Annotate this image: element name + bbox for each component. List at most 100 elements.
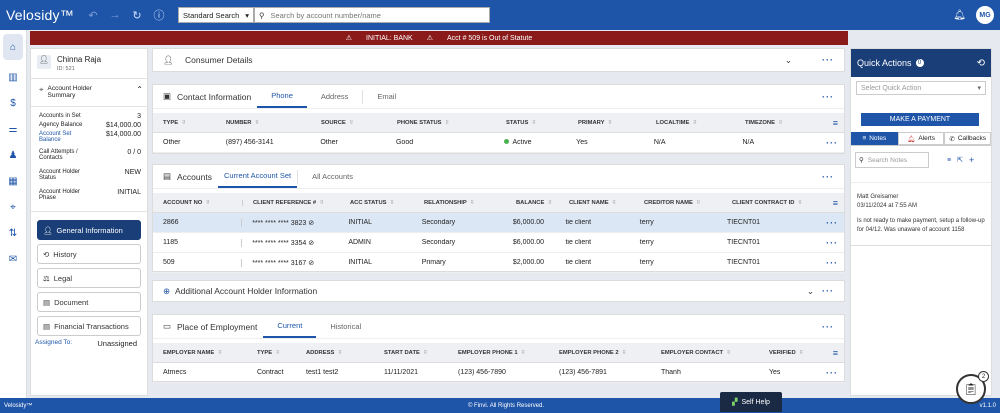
cell-account-no[interactable]: 509 bbox=[153, 259, 241, 266]
chevron-down-icon[interactable]: ⌄ bbox=[785, 55, 792, 66]
make-payment-button[interactable]: MAKE A PAYMENT bbox=[861, 113, 979, 126]
row-more-icon[interactable]: ··· bbox=[816, 218, 844, 228]
row-more-icon[interactable]: ··· bbox=[816, 258, 844, 268]
more-icon[interactable]: ··· bbox=[822, 92, 834, 102]
table-row[interactable]: 509 **** **** **** 3167 ⊘ INITIAL Primar… bbox=[153, 253, 844, 273]
chart-icon[interactable]: ▥ bbox=[0, 64, 26, 90]
notes-search-field[interactable]: ⚲ Search Notes bbox=[855, 152, 929, 168]
filter-icon[interactable]: ≡ bbox=[823, 348, 844, 358]
tab-phone[interactable]: Phone bbox=[257, 86, 307, 108]
building-icon[interactable]: ▦ bbox=[0, 168, 26, 194]
history-button[interactable]: ⟲ History bbox=[37, 244, 141, 264]
filter-icon[interactable]: ≡ bbox=[823, 118, 844, 128]
assigned-value[interactable]: Unassigned bbox=[97, 339, 137, 348]
summary-label[interactable]: Account Set Balance bbox=[39, 131, 83, 143]
table-row[interactable]: 1185 **** **** **** 3354 ⊘ ADMIN Seconda… bbox=[153, 233, 844, 253]
bell-icon[interactable]: 🔔︎ bbox=[953, 10, 966, 21]
column-header[interactable]: TYPE ⇳ bbox=[153, 120, 216, 126]
column-header[interactable]: EMPLOYER PHONE 2 ⇳ bbox=[549, 350, 651, 356]
transfer-icon[interactable]: ⇅ bbox=[0, 220, 26, 246]
row-more-icon[interactable]: ··· bbox=[816, 238, 844, 248]
filter-icon[interactable]: ≡ bbox=[947, 157, 951, 164]
chevron-down-icon[interactable]: ⌄ bbox=[807, 286, 814, 297]
column-header[interactable]: EMPLOYER PHONE 1 ⇳ bbox=[448, 350, 549, 356]
search-field[interactable]: ⚲ bbox=[254, 7, 490, 23]
sliders-icon[interactable]: ⚌ bbox=[0, 116, 26, 142]
more-icon[interactable]: ··· bbox=[822, 322, 834, 332]
history-icon[interactable]: ⟲ bbox=[977, 58, 985, 69]
column-header[interactable]: NUMBER ⇳ bbox=[216, 120, 311, 126]
column-header[interactable]: CREDITOR NAME ⇳ bbox=[634, 200, 722, 206]
column-header[interactable]: VERIFIED ⇳ bbox=[759, 350, 814, 356]
mail-icon[interactable]: ✉ bbox=[0, 246, 26, 272]
eye-slash-icon[interactable]: ⊘ bbox=[308, 220, 314, 227]
forward-icon[interactable]: → bbox=[104, 9, 126, 21]
column-header[interactable]: STATUS ⇳ bbox=[496, 120, 568, 126]
search-input[interactable] bbox=[270, 10, 471, 20]
table-row[interactable]: Atmecs Contract test1 test2 11/11/2021 (… bbox=[153, 363, 844, 383]
refresh-icon[interactable]: ↻ bbox=[126, 9, 148, 22]
legal-button[interactable]: ⚖ Legal bbox=[37, 268, 141, 288]
document-button[interactable]: ▤ Document bbox=[37, 292, 141, 312]
column-header[interactable]: CLIENT CONTRACT ID ⇳ bbox=[722, 200, 822, 206]
tab-notes[interactable]: ≡ Notes bbox=[851, 132, 898, 145]
app-logo[interactable]: Velosidy™ bbox=[0, 7, 82, 23]
more-icon[interactable]: ··· bbox=[822, 55, 834, 65]
tab-current[interactable]: Current bbox=[263, 316, 317, 338]
tab-historical[interactable]: Historical bbox=[316, 320, 375, 334]
summary-header[interactable]: ⌖ Account Holder Summary ⌃ bbox=[31, 79, 147, 107]
tab-alerts[interactable]: 🔔︎ Alerts bbox=[897, 132, 945, 145]
dollar-icon[interactable]: $ bbox=[0, 90, 26, 116]
tab-current-account-set[interactable]: Current Account Set bbox=[217, 166, 298, 188]
avatar[interactable]: MG bbox=[976, 6, 994, 24]
self-help-button[interactable]: ▞ Self Help bbox=[720, 392, 782, 412]
more-icon[interactable]: ··· bbox=[822, 172, 834, 182]
row-more-icon[interactable]: ··· bbox=[816, 368, 844, 378]
add-icon[interactable]: + bbox=[969, 155, 974, 165]
table-row[interactable]: Other (897) 456-3141 Other Good Active Y… bbox=[153, 133, 844, 153]
chevron-up-icon[interactable]: ⌃ bbox=[136, 85, 143, 104]
eye-slash-icon[interactable]: ⊘ bbox=[308, 260, 314, 267]
tab-callbacks[interactable]: ✆ Callbacks bbox=[944, 132, 992, 145]
help-icon[interactable]: ⓘ bbox=[148, 7, 170, 23]
column-header[interactable]: CLIENT REFERENCE # ⇳ bbox=[242, 199, 340, 206]
tab-email[interactable]: Email bbox=[363, 90, 410, 104]
column-header[interactable]: BALANCE ⇳ bbox=[506, 200, 559, 206]
consumer-details-header[interactable]: 👤︎ Consumer Details ⌄ ··· bbox=[153, 49, 844, 71]
home-icon[interactable]: ⌂ bbox=[3, 34, 23, 60]
additional-info-header[interactable]: ⊕ Additional Account Holder Information … bbox=[153, 281, 844, 301]
column-header[interactable]: PHONE STATUS ⇳ bbox=[387, 120, 496, 126]
note-item[interactable]: Matt Greisamer 03/11/2024 at 7:55 AM Is … bbox=[851, 182, 991, 246]
back-icon[interactable]: ↶ bbox=[82, 9, 104, 22]
general-information-button[interactable]: 👤︎ General Information bbox=[37, 220, 141, 240]
column-header[interactable]: TIMEZONE ⇳ bbox=[735, 120, 819, 126]
column-header[interactable]: EMPLOYER CONTACT ⇳ bbox=[651, 350, 759, 356]
bank-icon[interactable]: ⌖ bbox=[0, 194, 26, 220]
column-header[interactable]: EMPLOYER NAME ⇳ bbox=[153, 350, 247, 356]
tab-address[interactable]: Address bbox=[307, 89, 364, 104]
filter-icon[interactable]: ≡ bbox=[823, 198, 844, 208]
column-header[interactable]: LOCALTIME ⇳ bbox=[646, 120, 735, 126]
quick-action-select[interactable]: Select Quick Action ▾ bbox=[856, 81, 986, 95]
column-header[interactable]: TYPE ⇳ bbox=[247, 350, 296, 356]
cell-account-no[interactable]: 1185 bbox=[153, 239, 241, 246]
financial-transactions-button[interactable]: ▤ Financial Transactions bbox=[37, 316, 141, 336]
column-header[interactable]: ACC STATUS ⇳ bbox=[340, 200, 414, 206]
more-icon[interactable]: ··· bbox=[822, 286, 834, 296]
cell-account-no[interactable]: 2866 bbox=[153, 219, 241, 226]
tab-all-accounts[interactable]: All Accounts bbox=[297, 169, 367, 184]
eye-slash-icon[interactable]: ⊘ bbox=[308, 240, 314, 247]
export-icon[interactable]: ⇱ bbox=[957, 156, 963, 164]
row-more-icon[interactable]: ··· bbox=[816, 138, 844, 148]
search-type-select[interactable]: Standard Search ▾ bbox=[178, 7, 254, 23]
column-header[interactable]: RELATIONSHIP ⇳ bbox=[414, 200, 506, 206]
pawn-icon[interactable]: ♟ bbox=[0, 142, 26, 168]
column-header[interactable]: CLIENT NAME ⇳ bbox=[559, 200, 634, 206]
warning-icon: ⚠ bbox=[345, 35, 353, 42]
table-row[interactable]: 2866 **** **** **** 3823 ⊘ INITIAL Secon… bbox=[153, 213, 844, 233]
column-header[interactable]: PRIMARY ⇳ bbox=[568, 120, 646, 126]
column-header[interactable]: ACCOUNT NO ⇳ bbox=[153, 200, 242, 206]
column-header[interactable]: SOURCE ⇳ bbox=[311, 120, 387, 126]
column-header[interactable]: ADDRESS ⇳ bbox=[296, 350, 374, 356]
column-header[interactable]: START DATE ⇳ bbox=[374, 350, 448, 356]
